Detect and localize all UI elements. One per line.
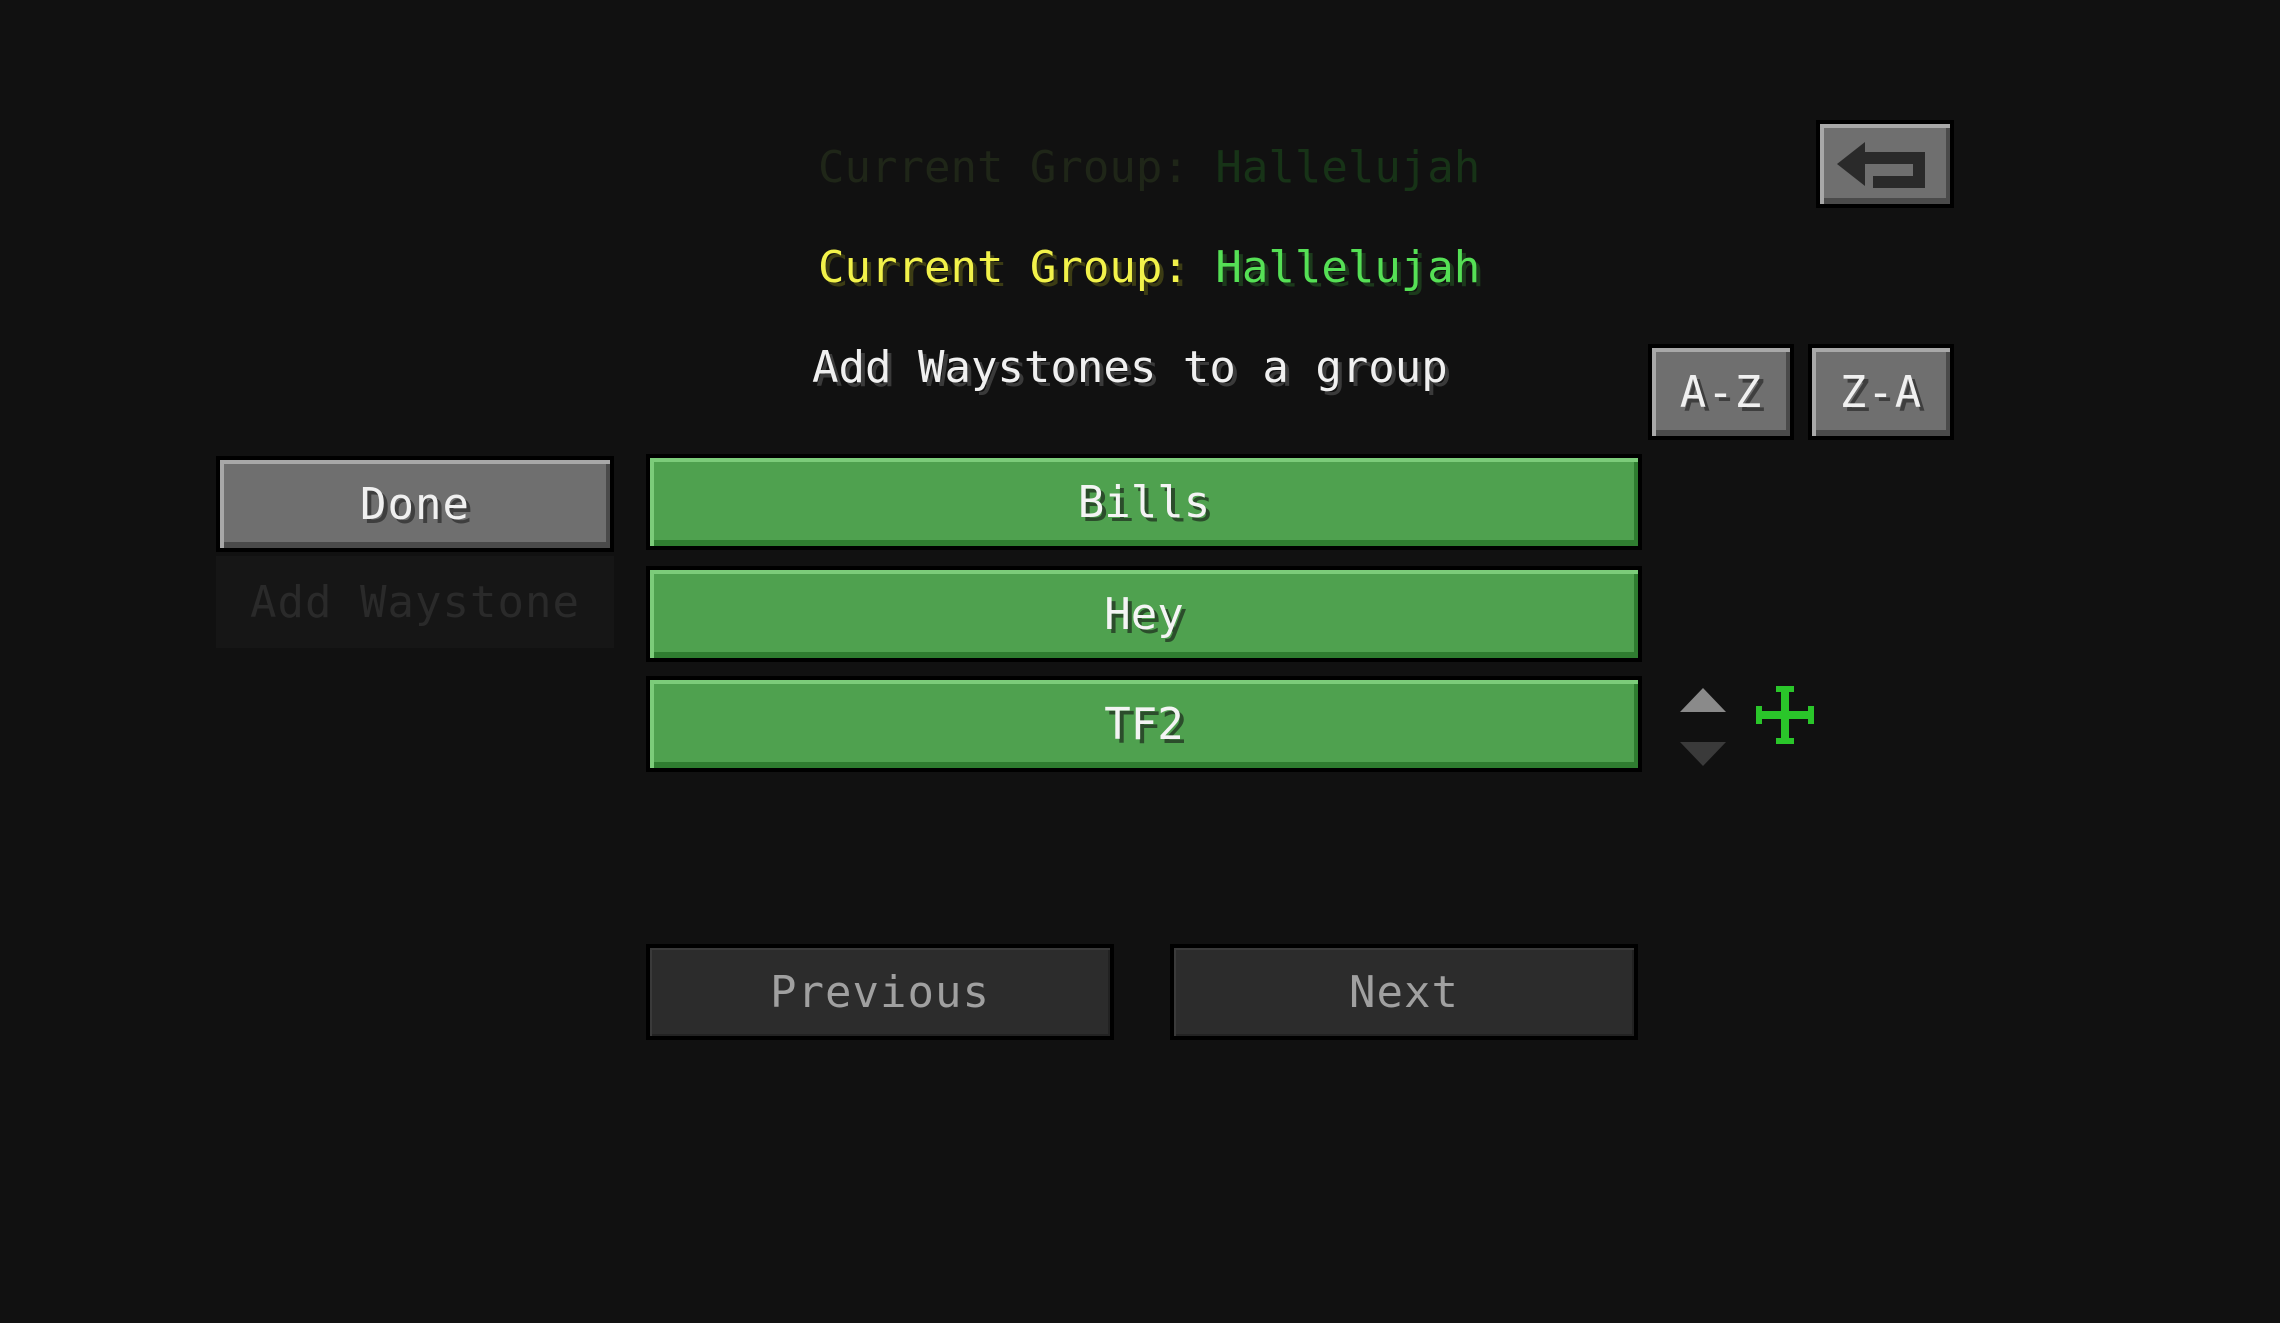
back-arrow-icon <box>1837 142 1925 188</box>
next-button[interactable]: Next <box>1170 944 1638 1040</box>
ghost-header-label: Current Group: <box>818 142 1189 193</box>
current-group-label: Current Group: <box>818 242 1189 293</box>
sort-za-button[interactable]: Z-A <box>1808 344 1954 440</box>
crosshair-icon[interactable] <box>1754 684 1816 746</box>
group-row-hey[interactable]: Hey <box>646 566 1642 662</box>
back-button[interactable] <box>1816 120 1954 208</box>
group-row-tf2[interactable]: TF2 <box>646 676 1642 772</box>
done-button[interactable]: Done <box>216 456 614 552</box>
move-down-icon[interactable] <box>1678 740 1728 768</box>
add-waystone-button: Add Waystone <box>216 556 614 648</box>
current-group-header: Current Group: Hallelujah <box>818 242 1480 293</box>
current-group-value: Hallelujah <box>1215 242 1481 293</box>
ghost-header-value: Hallelujah <box>1215 142 1481 193</box>
page-subtitle: Add Waystones to a group <box>812 342 1448 393</box>
move-up-icon[interactable] <box>1678 686 1728 714</box>
sort-az-button[interactable]: A-Z <box>1648 344 1794 440</box>
ghost-header: Current Group: Hallelujah <box>818 142 1480 193</box>
group-row-bills[interactable]: Bills <box>646 454 1642 550</box>
previous-button[interactable]: Previous <box>646 944 1114 1040</box>
